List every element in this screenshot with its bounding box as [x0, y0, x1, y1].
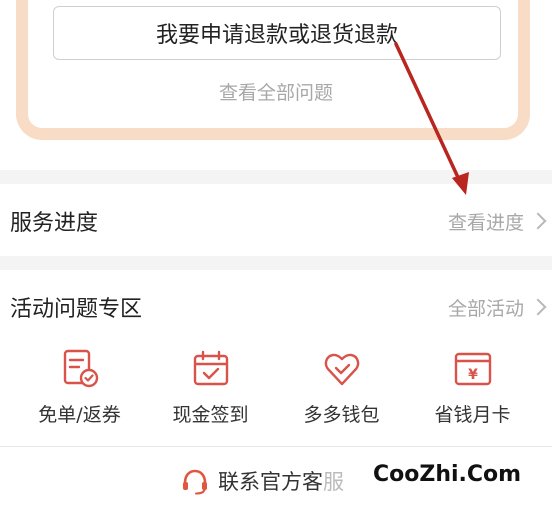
activity-item-label: 多多钱包 — [303, 404, 380, 426]
service-progress-row[interactable]: 服务进度 查看进度 — [0, 186, 552, 256]
contact-label: 联系官方客 — [218, 470, 323, 494]
calendar-check-icon — [193, 350, 228, 386]
watermark: CooZhi.Com — [371, 462, 524, 487]
headset-icon — [183, 469, 207, 495]
contact-label-faded: 服 — [323, 470, 344, 494]
activity-icon-grid: 免单/返券 现金签到 多多钱包 ¥ 省钱月卡 — [0, 348, 552, 438]
activity-item-label: 免单/返券 — [38, 404, 121, 426]
view-progress-link[interactable]: 查看进度 — [447, 208, 547, 235]
contact-official-support-button[interactable]: 联系官方客服 — [180, 466, 344, 496]
activity-item-free-order[interactable]: 免单/返券 — [20, 348, 140, 438]
section-divider — [0, 256, 552, 270]
section-divider — [0, 170, 552, 184]
yen-card-icon: ¥ — [454, 352, 491, 386]
service-progress-title: 服务进度 — [10, 211, 99, 236]
chevron-right-icon — [529, 298, 547, 316]
activity-item-monthly-card[interactable]: ¥ 省钱月卡 — [413, 348, 533, 438]
view-progress-label: 查看进度 — [447, 211, 524, 234]
help-card-section: 我要申请退款或退货退款 查看全部问题 — [0, 0, 552, 160]
svg-text:¥: ¥ — [468, 367, 478, 383]
chevron-right-icon — [529, 212, 547, 230]
activity-item-wallet[interactable]: 多多钱包 — [282, 348, 402, 438]
apply-refund-button[interactable]: 我要申请退款或退货退款 — [53, 6, 501, 60]
activity-zone-title: 活动问题专区 — [10, 297, 143, 322]
document-check-icon — [63, 349, 98, 388]
section-divider — [0, 446, 552, 447]
heart-wallet-icon — [324, 353, 359, 386]
all-activities-link[interactable]: 全部活动 — [447, 294, 547, 321]
all-activities-label: 全部活动 — [447, 297, 524, 320]
activity-item-cash-checkin[interactable]: 现金签到 — [151, 348, 271, 438]
activity-item-label: 省钱月卡 — [434, 404, 511, 426]
activity-item-label: 现金签到 — [172, 404, 249, 426]
activity-zone-header: 活动问题专区 全部活动 — [0, 272, 552, 342]
view-all-questions-link[interactable]: 查看全部问题 — [0, 78, 552, 105]
